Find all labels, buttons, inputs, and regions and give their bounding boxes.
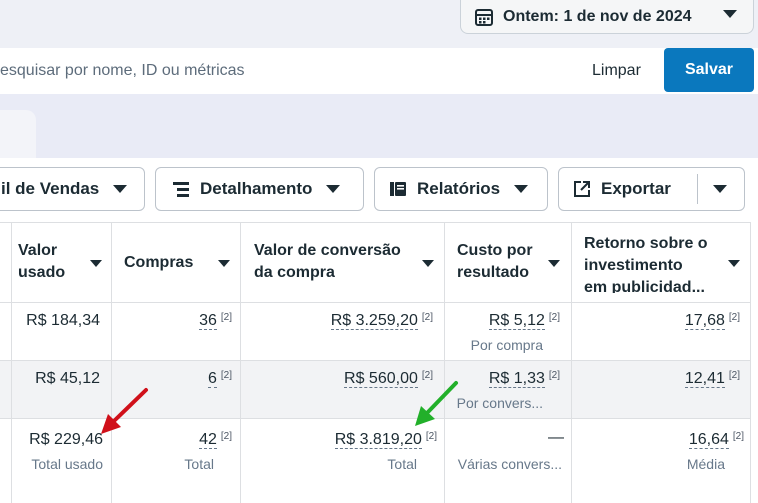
amount-spent: R$ 184,34 — [26, 312, 100, 329]
attribution-note[interactable]: [2] — [422, 370, 433, 381]
chevron-down-icon — [326, 185, 341, 193]
total-spent: R$ 229,46 — [29, 431, 103, 448]
attribution-note[interactable]: [2] — [221, 370, 232, 381]
date-range-picker[interactable]: Ontem: 1 de nov de 2024 — [460, 0, 754, 34]
split-divider — [697, 174, 698, 204]
column-header-label: resultado — [457, 264, 530, 281]
conversion-value[interactable]: R$ 3.259,20 — [330, 312, 418, 330]
total-purchases-subtitle: Total — [184, 456, 214, 472]
sales-funnel-label: il de Vendas — [1, 179, 100, 198]
cost-subtitle: Por compra — [470, 337, 543, 353]
divider — [0, 302, 758, 303]
tab-active[interactable] — [0, 110, 36, 158]
sort-caret-icon[interactable] — [548, 260, 560, 267]
column-header-label: usado — [18, 264, 66, 281]
divider — [111, 222, 112, 503]
divider — [0, 360, 758, 361]
export-button[interactable]: Exportar — [558, 167, 745, 211]
conversion-value[interactable]: R$ 560,00 — [344, 370, 418, 388]
roas-value[interactable]: 17,68 — [684, 312, 725, 330]
chevron-down-icon — [113, 185, 128, 193]
attribution-note[interactable]: [2] — [729, 312, 740, 323]
column-header-label: da compra — [254, 264, 335, 281]
row-stripe — [0, 360, 758, 418]
breakdown-label: Detalhamento — [200, 179, 313, 198]
divider — [11, 222, 12, 503]
divider — [444, 222, 445, 503]
export-icon — [574, 181, 590, 197]
search-input[interactable] — [0, 48, 560, 94]
attribution-note[interactable]: [2] — [221, 312, 232, 323]
calendar-icon — [475, 8, 493, 26]
sort-caret-icon[interactable] — [422, 260, 434, 267]
reports-dropdown[interactable]: Relatórios — [374, 167, 548, 211]
chevron-down-icon — [514, 185, 529, 193]
column-header-label: em publicidad... — [584, 279, 705, 293]
amount-spent: R$ 45,12 — [35, 370, 100, 387]
attribution-note[interactable]: [2] — [221, 431, 232, 442]
total-conversion-subtitle: Total — [387, 456, 417, 472]
save-button[interactable]: Salvar — [664, 48, 754, 92]
divider — [240, 222, 241, 503]
toolbar: il de Vendas Detalhamento Relatórios Exp… — [0, 158, 758, 222]
chevron-down-icon[interactable] — [713, 185, 727, 193]
attribution-note[interactable]: [2] — [549, 370, 560, 381]
total-purchases[interactable]: 42 — [199, 431, 217, 449]
total-cost-per-result: — — [548, 429, 564, 446]
total-roas[interactable]: 16,64 — [688, 431, 729, 449]
sales-funnel-dropdown[interactable]: il de Vendas — [0, 167, 145, 211]
sort-caret-icon[interactable] — [218, 260, 230, 267]
column-header-label: Custo por — [457, 242, 533, 259]
metrics-table: Valor usado Compras Valor de conversão d… — [0, 222, 758, 503]
divider — [571, 222, 572, 503]
column-header-label: Compras — [124, 254, 194, 271]
total-cost-subtitle: Várias convers... — [457, 456, 562, 472]
total-roas-subtitle: Média — [686, 456, 725, 472]
sort-caret-icon[interactable] — [728, 260, 740, 267]
attribution-note[interactable]: [2] — [422, 312, 433, 323]
column-header-label: Valor — [18, 242, 58, 259]
chevron-down-icon — [723, 10, 737, 18]
cost-per-result[interactable]: R$ 1,33 — [488, 370, 545, 388]
reports-label: Relatórios — [417, 179, 501, 198]
total-spent-subtitle: Total usado — [31, 456, 103, 472]
column-header-label: investimento — [584, 257, 683, 274]
date-range-label: Ontem: 1 de nov de 2024 — [503, 7, 692, 25]
roas-value[interactable]: 12,41 — [684, 370, 725, 388]
column-header-label: Retorno sobre o — [584, 235, 708, 252]
search-bar: Limpar Salvar — [0, 48, 758, 94]
breakdown-icon — [173, 182, 189, 197]
column-header-label: Valor de conversão — [254, 242, 401, 259]
attribution-note[interactable]: [2] — [733, 431, 744, 442]
divider — [0, 222, 758, 223]
cost-subtitle: Por convers... — [456, 395, 543, 411]
export-label: Exportar — [601, 179, 671, 198]
attribution-note[interactable]: [2] — [426, 431, 437, 442]
clear-button[interactable]: Limpar — [592, 62, 641, 80]
sort-caret-icon[interactable] — [90, 260, 102, 267]
divider — [0, 418, 758, 419]
breakdown-dropdown[interactable]: Detalhamento — [155, 167, 364, 211]
reports-icon — [390, 182, 406, 196]
tab-strip — [0, 94, 758, 158]
attribution-note[interactable]: [2] — [549, 312, 560, 323]
total-conversion-value[interactable]: R$ 3.819,20 — [334, 431, 422, 449]
cost-per-result[interactable]: R$ 5,12 — [488, 312, 545, 330]
purchases-value[interactable]: 36 — [199, 312, 217, 330]
attribution-note[interactable]: [2] — [729, 370, 740, 381]
scroll-edge — [750, 222, 758, 503]
purchases-value[interactable]: 6 — [207, 370, 217, 388]
